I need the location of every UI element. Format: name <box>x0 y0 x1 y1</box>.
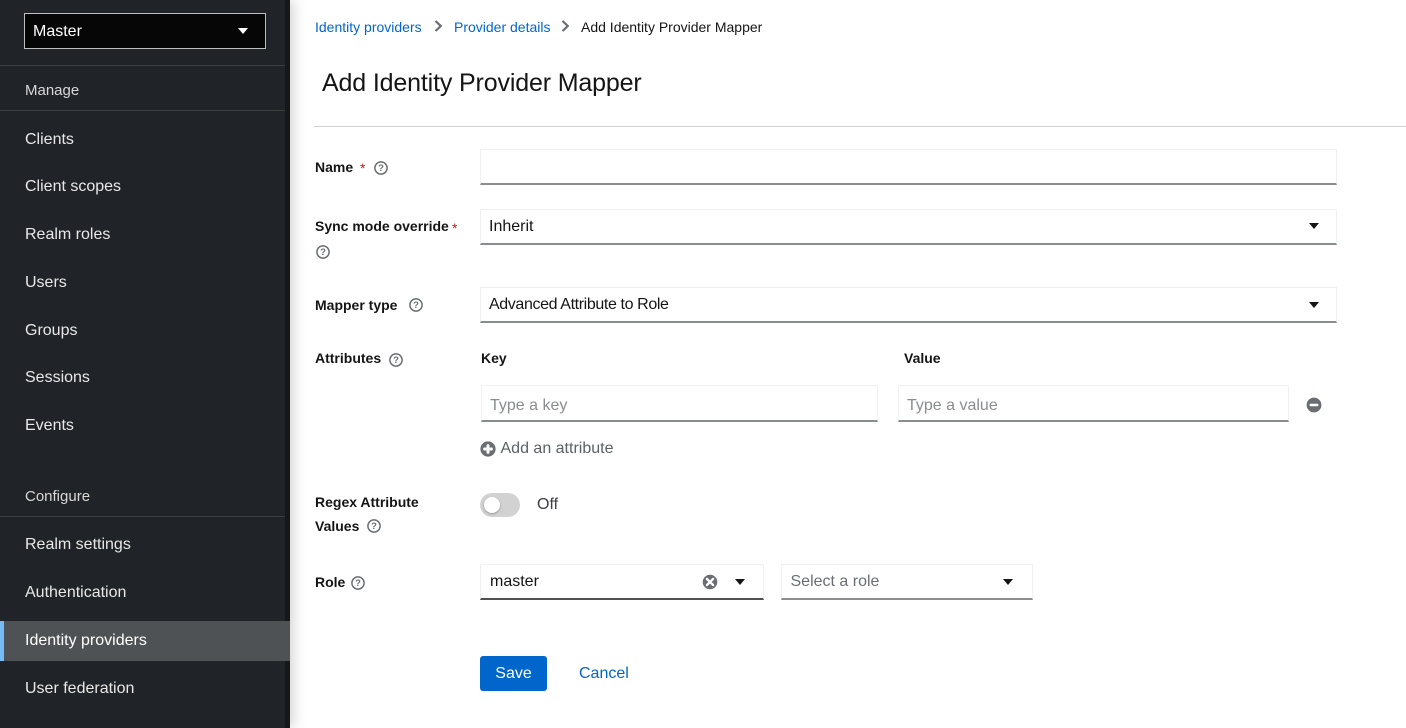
svg-text:?: ? <box>320 247 326 258</box>
svg-text:?: ? <box>393 355 399 366</box>
svg-text:?: ? <box>378 163 384 174</box>
svg-text:?: ? <box>355 578 361 589</box>
svg-text:?: ? <box>371 521 377 532</box>
svg-text:?: ? <box>413 300 419 311</box>
